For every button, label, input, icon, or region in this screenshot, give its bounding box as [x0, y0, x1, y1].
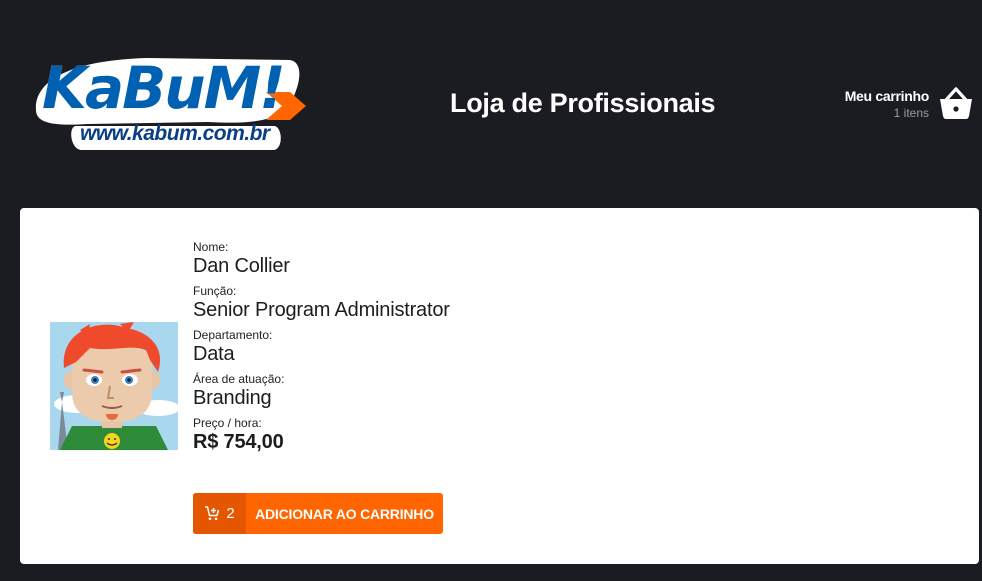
- add-to-cart-button[interactable]: 2 ADICIONAR AO CARRINHO: [193, 493, 443, 534]
- cart-summary[interactable]: Meu carrinho 1 itens: [838, 86, 978, 126]
- cart-quantity: 2: [226, 505, 235, 522]
- price-label: Preço / hora:: [193, 416, 262, 430]
- cart-quantity-box: 2: [193, 493, 246, 534]
- department-value: Data: [193, 343, 235, 365]
- cart-add-icon: [205, 506, 220, 521]
- department-field: Departamento: Data: [193, 328, 450, 366]
- area-label: Área de atuação:: [193, 372, 285, 386]
- area-value: Branding: [193, 387, 272, 409]
- role-value: Senior Program Administrator: [193, 299, 450, 321]
- department-label: Departamento:: [193, 328, 273, 342]
- price-field: Preço / hora: R$ 754,00: [193, 416, 450, 454]
- name-label: Nome:: [193, 240, 229, 254]
- basket-icon[interactable]: [938, 86, 974, 120]
- site-header: KaBuM! www.kabum.com.br Loja de Profissi…: [0, 0, 982, 208]
- professional-avatar: [50, 322, 178, 450]
- page-title: Loja de Profissionais: [450, 88, 716, 118]
- price-value: R$ 754,00: [193, 431, 284, 453]
- logo-url: www.kabum.com.br: [80, 122, 270, 145]
- kabum-logo[interactable]: KaBuM! www.kabum.com.br: [28, 52, 308, 152]
- role-field: Função: Senior Program Administrator: [193, 284, 450, 322]
- professional-info: Nome: Dan Collier Função: Senior Program…: [193, 240, 450, 460]
- cart-item-count: 1 itens: [893, 106, 929, 120]
- area-field: Área de atuação: Branding: [193, 372, 450, 410]
- logo-wordmark: KaBuM!: [42, 54, 286, 122]
- name-field: Nome: Dan Collier: [193, 240, 450, 278]
- professional-card: Nome: Dan Collier Função: Senior Program…: [20, 208, 979, 564]
- name-value: Dan Collier: [193, 255, 290, 277]
- add-to-cart-label: ADICIONAR AO CARRINHO: [255, 505, 434, 522]
- cart-title: Meu carrinho: [844, 88, 930, 104]
- role-label: Função:: [193, 284, 237, 298]
